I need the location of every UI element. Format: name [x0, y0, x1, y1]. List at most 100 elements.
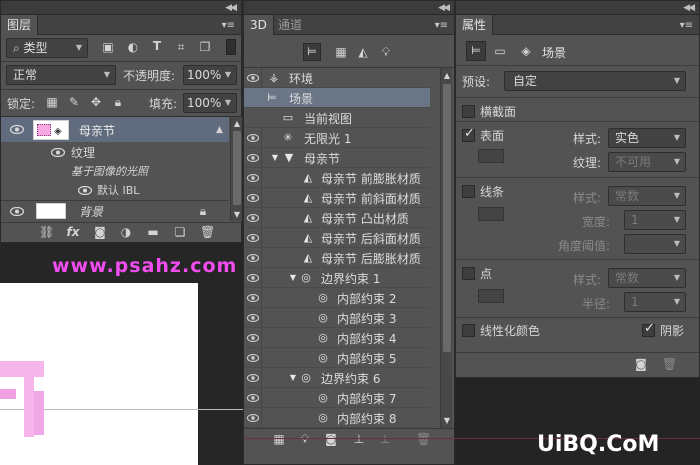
fill-field[interactable]: 100% ▼	[183, 93, 237, 113]
delete-icon[interactable]: 🗑︎	[416, 432, 431, 446]
tree-row-material[interactable]: ◭ 母亲节 后斜面材质	[244, 228, 430, 248]
eye-icon[interactable]	[51, 148, 65, 157]
scroll-thumb[interactable]	[233, 131, 241, 205]
angle-threshold-field[interactable]: ▼	[624, 234, 686, 254]
eye-icon[interactable]	[247, 134, 261, 143]
tree-row-scene[interactable]: ⊨ 场景	[244, 88, 430, 108]
lock-move-icon[interactable]: ✥	[89, 95, 103, 109]
cube-icon[interactable]: ◈	[518, 44, 534, 58]
lock-all-icon[interactable]: 🔒︎	[111, 95, 125, 109]
canvas-area-right[interactable]: UiBQ.CoM	[455, 378, 700, 465]
tree-row-constraint[interactable]: ◎ 内部约束 4	[244, 328, 430, 348]
scroll-up-icon[interactable]: ▲	[442, 69, 452, 83]
lock-transparent-icon[interactable]: ▦	[45, 95, 59, 109]
tree-row-material[interactable]: ◭ 母亲节 凸出材质	[244, 208, 430, 228]
add-mask-icon[interactable]: ◙	[93, 225, 107, 239]
eye-icon[interactable]	[247, 394, 261, 403]
tree-row-constraint-group[interactable]: ▼ ◎ 边界约束 6	[244, 368, 430, 388]
eye-icon[interactable]	[247, 354, 261, 363]
lines-color-swatch[interactable]	[478, 207, 504, 221]
add-mesh-icon[interactable]: ▦	[272, 432, 286, 446]
eye-icon[interactable]	[10, 207, 24, 216]
scroll-up-icon[interactable]: ▲	[232, 117, 242, 131]
layer-row-background[interactable]: 背景 🔒︎	[1, 201, 229, 221]
layer-row-main[interactable]: ◈ 母亲节 ▲	[1, 117, 229, 142]
layer-name[interactable]: 母亲节	[79, 122, 115, 139]
tree-row-constraint[interactable]: ◎ 内部约束 8	[244, 408, 430, 428]
collapse-icon[interactable]: ◀◀	[438, 1, 450, 15]
tree-row-infinite-light[interactable]: ✳ 无限光 1	[244, 128, 430, 148]
eye-icon[interactable]	[247, 334, 261, 343]
background-label[interactable]: 背景	[79, 203, 103, 220]
lines-checkbox[interactable]	[462, 185, 475, 198]
fx-icon[interactable]: fx	[65, 225, 81, 239]
surface-style-dropdown[interactable]: 实色 ▼	[608, 128, 686, 148]
camera-mode-icon[interactable]: ▭	[492, 44, 508, 58]
eye-icon[interactable]	[247, 414, 261, 423]
tree-row-environment[interactable]: ⚶ 环境	[244, 68, 430, 88]
tree-row-current-view[interactable]: ▭ 当前视图	[244, 108, 430, 128]
filter-shape-icon[interactable]: ⌗	[174, 40, 188, 54]
tree-row-constraint-group[interactable]: ▼ ◎ 边界约束 1	[244, 268, 430, 288]
scroll-thumb[interactable]	[443, 84, 451, 352]
layer-filter-dropdown[interactable]: ⌕ 类型 ▼	[6, 38, 88, 58]
filter-type-icon[interactable]: T	[150, 39, 164, 53]
collapse-icon[interactable]: ◀◀	[683, 1, 695, 15]
tab-3d[interactable]: 3D	[244, 15, 274, 35]
layers-scrollbar[interactable]: ▲ ▼	[230, 117, 242, 221]
tree-row-constraint[interactable]: ◎ 内部约束 5	[244, 348, 430, 368]
eye-icon[interactable]	[247, 74, 261, 83]
delete-icon[interactable]: 🗑︎	[662, 357, 677, 371]
radius-field[interactable]: 1 ▼	[624, 292, 686, 312]
eye-icon[interactable]	[247, 174, 261, 183]
mesh-filter-icon[interactable]: ▦	[334, 45, 348, 59]
expand-triangle-icon[interactable]: ▼	[286, 371, 300, 385]
eye-icon[interactable]	[247, 194, 261, 203]
eye-icon[interactable]	[247, 274, 261, 283]
opacity-field[interactable]: 100% ▼	[183, 65, 237, 85]
filter-smart-object-icon[interactable]: ❐	[198, 40, 212, 54]
new-layer-icon[interactable]: ❏	[173, 225, 187, 239]
surface-color-swatch[interactable]	[478, 149, 504, 163]
adjustment-layer-icon[interactable]: ◑	[119, 225, 133, 239]
eye-icon[interactable]	[247, 234, 261, 243]
tree-row-constraint[interactable]: ◎ 内部约束 3	[244, 308, 430, 328]
filter-toggle[interactable]	[226, 39, 236, 55]
panel-menu-icon[interactable]: ▾≡	[680, 20, 693, 31]
canvas-area[interactable]: www.psahz.com	[0, 243, 243, 465]
filter-adjustment-icon[interactable]: ◐	[126, 40, 140, 54]
scroll-down-icon[interactable]: ▼	[442, 414, 452, 428]
filter-pixel-icon[interactable]: ▣	[101, 40, 115, 54]
lines-style-dropdown[interactable]: 常数 ▼	[608, 186, 686, 206]
material-filter-icon[interactable]: ◭	[356, 45, 370, 59]
eye-icon[interactable]	[10, 125, 24, 134]
eye-icon[interactable]	[247, 214, 261, 223]
render-scene-icon[interactable]: ◙	[634, 357, 648, 371]
eye-icon[interactable]	[247, 254, 261, 263]
eye-icon[interactable]	[247, 374, 261, 383]
collapse-triangle-icon[interactable]: ▲	[216, 123, 223, 137]
eye-icon[interactable]	[78, 186, 92, 195]
background-thumbnail[interactable]	[36, 203, 66, 219]
tree-row-constraint[interactable]: ◎ 内部约束 2	[244, 288, 430, 308]
link-layers-icon[interactable]: ⛓	[39, 225, 54, 239]
ground-off-icon[interactable]: ⊥	[378, 432, 392, 446]
add-light-icon[interactable]: 💡︎	[298, 432, 312, 446]
tab-layers[interactable]: 图层	[1, 15, 39, 35]
tree-row-material[interactable]: ◭ 母亲节 前斜面材质	[244, 188, 430, 208]
points-checkbox[interactable]	[462, 267, 475, 280]
surface-checkbox[interactable]	[462, 126, 475, 142]
light-filter-icon[interactable]: 💡︎	[379, 45, 393, 59]
delete-layer-icon[interactable]: 🗑︎	[200, 225, 215, 239]
tree-row-material[interactable]: ◭ 母亲节 后膨胀材质	[244, 248, 430, 268]
tree-row-constraint[interactable]: ◎ 内部约束 7	[244, 388, 430, 408]
eye-icon[interactable]	[247, 294, 261, 303]
ground-icon[interactable]: ⊥	[352, 432, 366, 446]
blend-mode-dropdown[interactable]: 正常 ▼	[6, 65, 116, 85]
scene-filter-button[interactable]: ⊨	[303, 43, 321, 61]
texture-dropdown[interactable]: 不可用 ▼	[608, 152, 686, 172]
panel-menu-icon[interactable]: ▾≡	[222, 20, 235, 31]
expand-triangle-icon[interactable]: ▼	[268, 151, 282, 165]
lock-brush-icon[interactable]: ✎	[67, 95, 81, 109]
tab-properties[interactable]: 属性	[456, 15, 494, 35]
